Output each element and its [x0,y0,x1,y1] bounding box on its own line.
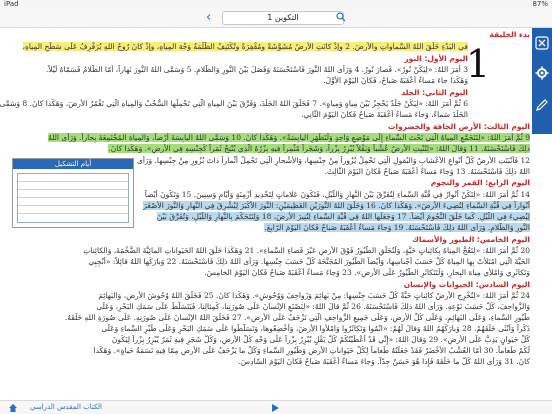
chart-row [18,182,128,190]
chart-row [18,214,128,222]
verse-text[interactable]: الجَلَدَ سَماءً، وَجاءَ مَساءٌ أَعْقَبَه… [301,110,468,119]
chapter-selector[interactable]: التكوين 1 [222,11,344,25]
verse-line: لِيُضِيءَ فِي اللَّيْلِ. كَما خَلَقَ الن… [134,212,530,222]
verse-line: أَنْواراً فِي قُبَّةِ السَّماءِ لِتُضِيء… [134,201,530,211]
verse-text[interactable]: 12 فَأَنْبَتَتِ الأرضُ كُلَّ أَنْواعِ ال… [137,156,530,165]
verse-text[interactable]: ذَكَراً وَأُنْثَى خَلَقَهُمْ. 28 وَبارَك… [101,324,530,333]
verse-line: 24 ثُمَّ أَمَرَ اللهُ: «لِتُخْرِجِ الأرض… [0,291,530,301]
verse-line: 6 ثُمَّ أَمَرَ اللهُ: «لِيَكُنْ جَلَدٌ ي… [0,99,468,109]
chart-row [18,198,128,206]
verse-line: وَتَكاثَرِي وَامْلأِي مِياهَ البِحارِ، و… [0,268,530,278]
chapter-heading: بدء الخليقة [489,30,530,39]
status-carrier: iPad [4,0,19,8]
chart-table [17,173,129,223]
days-of-creation-chart[interactable]: أيام التشكيل [12,158,134,228]
verse-text[interactable]: النُّورِ وَالظَّلامِ. وَرَأَى اللهُ ذلِك… [264,223,530,232]
verse-text[interactable]: 20 ثُمَّ أَمَرَ اللهُ: «لِتَعُجَّ المِيا… [83,246,530,255]
verse-text[interactable]: أَنْواراً فِي قُبَّةِ السَّماءِ لِتُضِيء… [143,201,530,210]
pencil-icon[interactable] [535,98,549,112]
verse-text[interactable]: لِيُضِيءَ فِي اللَّيْلِ. كَما خَلَقَ الن… [156,212,530,221]
verse-line: 20 ثُمَّ أَمَرَ اللهُ: «لِتَعُجَّ المِيا… [0,246,530,256]
verse-text[interactable]: 6 ثُمَّ أَمَرَ اللهُ: «لِيَكُنْ جَلَدٌ ي… [0,99,468,108]
verse-line: لَكُمْ طَعاماً. 30 أَمّا العُشْبُ الأَخْ… [0,346,530,356]
verse-line: 9 ثُمَّ أَمَرَ اللهُ: «لِتَتَجَمَّعِ الم… [0,133,530,143]
section-heading: اليوم السادس: الحيوانات والإنسان [0,280,530,290]
verse-text[interactable]: وَالزَّواحِفَ، كُلٌّ حَسَبَ نَوْعِهِ. وَ… [96,302,530,311]
chapter-number: 1 [465,42,490,86]
gear-icon[interactable] [535,66,549,80]
verse-text[interactable]: اليوم الخامس: الطيور والأسماك [412,235,530,244]
play-icon[interactable] [270,403,280,413]
verse-text[interactable]: في البَدْءِ خَلَقَ اللهُ السَّماواتِ وال… [22,42,468,51]
close-icon[interactable] [535,36,549,50]
chapter-content: بدء الخليقة 1 أيام التشكيل في البَدْءِ خ… [0,30,530,400]
verse-line: ذلِكَ فَاسْتَحْسَنَهُ. 11 وَقالَ اللهُ: … [0,144,530,154]
verse-line: 3 أَمَرَ اللهُ: «لِيَكُنْ نُورٌ». فَصارَ… [0,65,468,75]
verse-line: النُّورِ وَالظَّلامِ. وَرَأَى اللهُ ذلِك… [134,223,530,233]
verse-line: ذَكَراً وَأُنْثَى خَلَقَهُمْ. 28 وَبارَك… [0,324,530,334]
verse-text[interactable]: اللهُ ذلِكَ فَاسْتَحْسَنَهُ. 13 وَجاءَ م… [325,167,530,176]
verse-line: كانَ. 31 وَرَأَى اللهُ كُلَّ ما خَلَقَهُ… [0,357,530,367]
verse-line: كُلِّ حَيَوانٍ يَدِبُّ عَلَى الأرضِ». 29… [0,335,530,345]
verse-text[interactable]: لَكُمْ طَعاماً. 30 أَمّا العُشْبُ الأَخْ… [94,346,530,355]
verse-text[interactable]: 9 ثُمَّ أَمَرَ اللهُ: «لِتَتَجَمَّعِ الم… [48,133,530,142]
side-toolbar [532,28,552,134]
section-heading: اليوم الثالث: الأرض الجافة والخضروات [0,122,530,132]
verse-text[interactable]: كانَ. 31 وَرَأَى اللهُ كُلَّ ما خَلَقَهُ… [239,357,530,366]
verse-text[interactable]: ذلِكَ فَاسْتَحْسَنَهُ. 11 وَقالَ اللهُ: … [108,144,530,153]
status-bar: iPad 87% [0,0,552,8]
verse-text[interactable]: اليوم الأول: النور [404,54,468,63]
verse-text[interactable]: 3 أَمَرَ اللهُ: «لِيَكُنْ نُورٌ». فَصارَ… [46,65,468,74]
verse-line: 12 فَأَنْبَتَتِ الأرضُ كُلَّ أَنْواعِ ال… [0,156,530,166]
verse-text[interactable]: طُيُورِ السَّماءِ، وَعَلَى البَهائِمِ، و… [65,313,530,322]
status-battery: 87% [532,0,548,8]
chart-row [18,174,128,182]
verse-line: الحَيَّةَ الَّتِي امْتَلأَتْ بِها المِيا… [0,257,530,267]
verse-text[interactable]: اليوم الرابع: القمر والنجوم [431,178,530,187]
chart-row [18,206,128,214]
verse-text[interactable]: وَهَكَذا جاءَ مَساءٌ أَعْقَبَهُ صَباحٌ، … [323,76,468,85]
bottom-bar: الكتاب المقدس الدراسي [0,400,552,414]
verse-text[interactable]: وَتَكاثَرِي وَامْلأِي مِياهَ البِحارِ، و… [204,268,530,277]
verse-text[interactable]: اليوم الثالث: الأرض الجافة والخضروات [388,122,530,131]
verse-line: في البَدْءِ خَلَقَ اللهُ السَّماواتِ وال… [0,42,468,52]
section-heading: اليوم الثاني: الجلد [0,88,468,98]
home-icon[interactable] [8,403,18,413]
chart-row [18,190,128,198]
verse-line: وَالزَّواحِفَ، كُلٌّ حَسَبَ نَوْعِهِ. وَ… [0,302,530,312]
verse-text[interactable]: 14 ثُمَّ أَمَرَ اللهُ: «لِتَكُنْ أَنْوار… [145,190,530,199]
section-heading: اليوم الرابع: القمر والنجوم [134,178,530,188]
verse-text[interactable]: اليوم الثاني: الجلد [401,88,468,97]
section-heading: اليوم الخامس: الطيور والأسماك [0,235,530,245]
verse-text[interactable]: 24 ثُمَّ أَمَرَ اللهُ: «لِتُخْرِجِ الأرض… [98,291,530,300]
verse-line: الجَلَدَ سَماءً، وَجاءَ مَساءٌ أَعْقَبَه… [0,110,468,120]
section-heading: اليوم الأول: النور [0,54,468,64]
verse-text[interactable]: اليوم السادس: الحيوانات والإنسان [404,280,530,289]
verse-line: وَهَكَذا جاءَ مَساءٌ أَعْقَبَهُ صَباحٌ، … [0,76,468,86]
verse-text[interactable]: كُلِّ حَيَوانٍ يَدِبُّ عَلَى الأرضِ». 29… [112,335,530,344]
verse-line: اللهُ ذلِكَ فَاسْتَحْسَنَهُ. 13 وَجاءَ م… [134,167,530,177]
chevron-left-icon[interactable]: ‹ [206,11,220,25]
verse-text[interactable]: الحَيَّةَ الَّتِي امْتَلأَتْ بِها المِيا… [88,257,530,266]
verse-line: طُيُورِ السَّماءِ، وَعَلَى البَهائِمِ، و… [0,313,530,323]
bible-title[interactable]: الكتاب المقدس الدراسي [30,403,102,411]
search-icon[interactable] [336,12,346,22]
verse-line: 14 ثُمَّ أَمَرَ اللهُ: «لِتَكُنْ أَنْوار… [134,190,530,200]
navigation-bar: ‹ التكوين 1 [0,8,552,28]
